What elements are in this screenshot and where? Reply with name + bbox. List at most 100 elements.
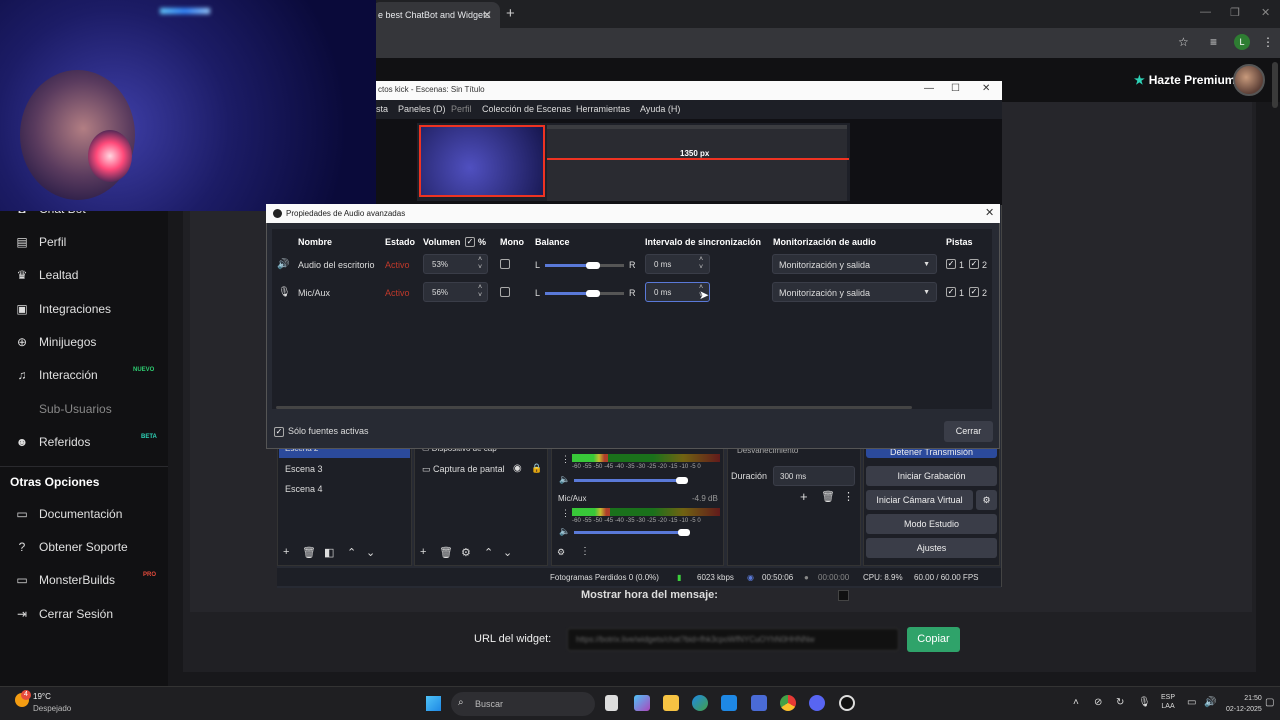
duration-input[interactable]: 300 ms: [773, 466, 855, 486]
balance-knob[interactable]: [585, 290, 600, 297]
table-horizontal-scrollbar[interactable]: [276, 406, 912, 409]
sidebar-item-referidos[interactable]: ☻ Referidos: [14, 435, 91, 449]
start-recording-button[interactable]: Iniciar Grabación: [866, 466, 997, 486]
menu-item-scene-collection[interactable]: Colección de Escenas: [482, 104, 571, 114]
preview-webcam-source[interactable]: [419, 125, 545, 197]
sidebar-item-soporte[interactable]: ? Obtener Soporte: [14, 540, 128, 554]
virtual-camera-settings-icon[interactable]: ⚙: [976, 490, 997, 510]
balance-knob[interactable]: [585, 262, 600, 269]
preview-screen-source[interactable]: [547, 125, 847, 201]
speaker-icon[interactable]: 🔈: [559, 474, 570, 485]
visibility-eye-icon[interactable]: ◉: [513, 463, 522, 474]
taskbar-search[interactable]: Buscar: [451, 692, 595, 716]
sidebar-item-monsterbuilds[interactable]: ▭ MonsterBuilds: [14, 573, 115, 587]
track-2-checkbox[interactable]: ✓: [969, 287, 979, 297]
sync-icon[interactable]: ↻: [1116, 697, 1124, 708]
desktop-volume-slider[interactable]: [574, 479, 682, 482]
menu-item-help[interactable]: Ayuda (H): [640, 104, 680, 114]
weather-temperature[interactable]: 19°C: [33, 692, 51, 701]
move-up-icon[interactable]: ⌃: [484, 546, 493, 559]
sidebar-item-lealtad[interactable]: ♛ Lealtad: [14, 268, 79, 282]
mic-volume-knob[interactable]: [678, 529, 690, 536]
obs-maximize-icon[interactable]: ☐: [951, 83, 960, 94]
microphone-icon[interactable]: 🎙: [1138, 697, 1151, 708]
move-down-icon[interactable]: ⌄: [503, 546, 512, 559]
tab-close-icon[interactable]: ✕: [482, 8, 492, 22]
sidebar-item-integraciones[interactable]: ▣ Integraciones: [14, 302, 111, 316]
mixer-menu-icon[interactable]: ⋮: [561, 508, 570, 519]
only-active-sources-toggle[interactable]: ✓ Sólo fuentes activas: [274, 426, 369, 437]
delete-scene-icon[interactable]: 🗑: [302, 546, 316, 559]
copilot-icon[interactable]: [634, 695, 650, 711]
mixer-menu-icon[interactable]: ⋮: [561, 454, 570, 465]
new-tab-button[interactable]: +: [506, 5, 515, 22]
volume-icon[interactable]: 🔊: [1204, 697, 1216, 708]
copy-button[interactable]: Copiar: [907, 627, 960, 652]
display-icon[interactable]: ▭: [1187, 697, 1196, 708]
menu-item-edit[interactable]: sta: [376, 104, 388, 114]
delete-transition-icon[interactable]: 🗑: [821, 490, 835, 503]
store-icon[interactable]: [721, 695, 737, 711]
discord-icon[interactable]: [809, 695, 825, 711]
notifications-icon[interactable]: ▢: [1265, 697, 1274, 708]
premium-button[interactable]: ★ Hazte Premium: [1134, 73, 1235, 87]
monitoring-select[interactable]: Monitorización y salida ▼: [772, 254, 937, 274]
only-active-checkbox[interactable]: ✓: [274, 426, 284, 437]
page-scrollbar[interactable]: [1272, 62, 1278, 108]
kebab-menu-icon[interactable]: ⋮: [1262, 35, 1274, 49]
browser-tab[interactable]: e best ChatBot and Widgets: [372, 2, 500, 28]
close-dialog-button[interactable]: Cerrar: [944, 421, 993, 442]
maximize-icon[interactable]: ❐: [1230, 6, 1240, 19]
move-up-icon[interactable]: ⌃: [347, 546, 356, 559]
input-language[interactable]: ESP LAA: [1161, 693, 1175, 711]
obs-close-icon[interactable]: ✕: [982, 83, 990, 94]
obs-minimize-icon[interactable]: —: [924, 83, 934, 94]
mixer-menu-icon[interactable]: ⋮: [580, 546, 590, 557]
track-2-checkbox[interactable]: ✓: [969, 259, 979, 269]
spin-arrows-icon[interactable]: ˄ ˅: [478, 256, 482, 272]
widget-url-field[interactable]: https://botrix.live/widgets/chat?bid=fhk…: [567, 628, 899, 651]
spin-arrows-icon[interactable]: ˄ ˅: [699, 256, 703, 272]
mono-checkbox[interactable]: [500, 287, 510, 297]
mixer-settings-icon[interactable]: ⚙: [557, 547, 565, 558]
network-off-icon[interactable]: ⊘: [1094, 697, 1102, 708]
move-down-icon[interactable]: ⌄: [366, 546, 375, 559]
bookmark-star-icon[interactable]: ☆: [1178, 35, 1189, 49]
scene-item[interactable]: Escena 3: [285, 464, 323, 474]
sidebar-item-subusuarios[interactable]: •Sub-Usuarios: [14, 402, 112, 416]
spin-arrows-icon[interactable]: ˄ ˅: [478, 284, 482, 300]
taskbar-clock[interactable]: 21:50 02-12-2025: [1226, 693, 1262, 715]
transition-menu-icon[interactable]: ⋮: [843, 490, 854, 503]
obs-icon[interactable]: [839, 695, 855, 711]
close-icon[interactable]: ✕: [1261, 6, 1270, 19]
sidebar-item-cerrar-sesion[interactable]: ⇥ Cerrar Sesión: [14, 607, 113, 621]
settings-button[interactable]: Ajustes: [866, 538, 997, 558]
mono-checkbox[interactable]: [500, 259, 510, 269]
weather-description[interactable]: Despejado: [33, 704, 71, 713]
outlook-icon[interactable]: [751, 695, 767, 711]
delete-source-icon[interactable]: 🗑: [439, 546, 453, 559]
windows-start-icon[interactable]: [426, 696, 441, 711]
start-virtual-camera-button[interactable]: Iniciar Cámara Virtual: [866, 490, 973, 510]
speaker-icon[interactable]: 🔈: [559, 526, 570, 537]
sidebar-item-minijuegos[interactable]: ⊕ Minijuegos: [14, 335, 96, 349]
add-scene-button[interactable]: +: [283, 546, 289, 558]
track-1-checkbox[interactable]: ✓: [946, 287, 956, 297]
sidebar-item-perfil[interactable]: ▤ Perfil: [14, 235, 66, 249]
scene-filter-icon[interactable]: ◧: [324, 546, 334, 559]
menu-item-panels[interactable]: Paneles (D): [398, 104, 446, 114]
percent-checkbox[interactable]: ✓: [465, 237, 475, 247]
menu-item-tools[interactable]: Herramientas: [576, 104, 630, 114]
lock-icon[interactable]: 🔒: [531, 463, 542, 474]
profile-avatar[interactable]: L: [1234, 34, 1250, 50]
desktop-volume-knob[interactable]: [676, 477, 688, 484]
monitoring-select[interactable]: Monitorización y salida ▼: [772, 282, 937, 302]
menu-item-profile[interactable]: Perfil: [451, 104, 472, 114]
task-view-icon[interactable]: [605, 695, 618, 711]
mic-volume-slider[interactable]: [574, 531, 684, 534]
add-source-button[interactable]: +: [420, 546, 426, 558]
edge-icon[interactable]: [692, 695, 708, 711]
message-time-checkbox[interactable]: [838, 590, 849, 601]
minimize-icon[interactable]: —: [1200, 6, 1211, 18]
sidebar-item-documentacion[interactable]: ▭ Documentación: [14, 507, 122, 521]
